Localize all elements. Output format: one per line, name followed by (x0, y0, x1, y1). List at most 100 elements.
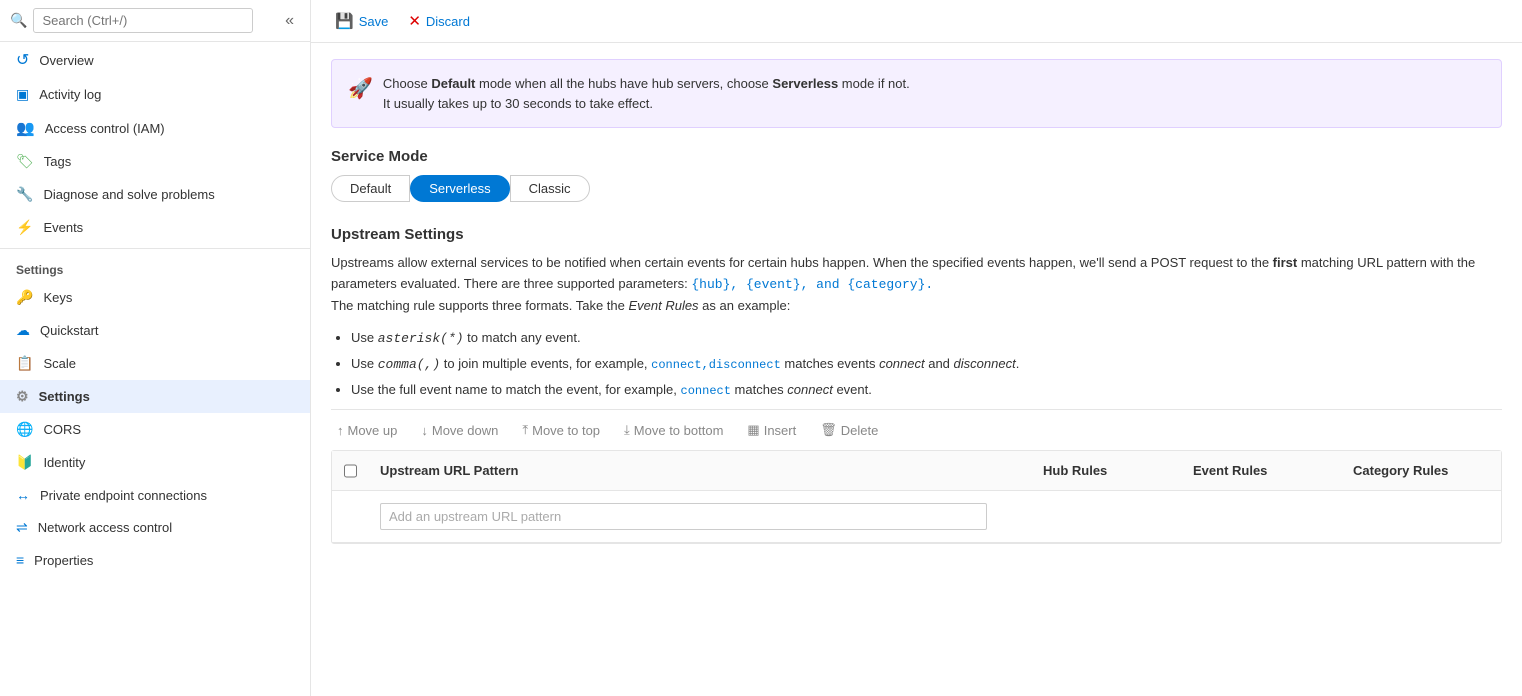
sidebar-item-cors[interactable]: 🌐 CORS (0, 413, 310, 446)
overview-icon: ↺ (16, 50, 29, 70)
cors-icon: 🌐 (16, 421, 33, 438)
sidebar-item-label: Settings (39, 389, 90, 404)
settings-icon: ⚙ (16, 388, 29, 405)
table-header: Upstream URL Pattern Hub Rules Event Rul… (332, 451, 1501, 491)
upstream-bullet-list: Use asterisk(*) to match any event. Use … (351, 328, 1502, 401)
bullet1-code: asterisk(*) (378, 331, 464, 346)
sidebar-item-label: Activity log (39, 87, 101, 102)
upstream-desc-text3: The matching rule supports three formats… (331, 298, 628, 313)
sidebar-item-label: Keys (43, 290, 72, 305)
info-banner-icon: 🚀 (348, 76, 373, 101)
sidebar-item-overview[interactable]: ↺ Overview (0, 42, 310, 78)
move-down-button[interactable]: ↓ Move down (415, 419, 504, 442)
move-down-label: Move down (432, 423, 498, 438)
upstream-params-code: {hub}, {event}, and {category}. (691, 277, 933, 292)
private-endpoints-icon: ↔ (16, 487, 30, 503)
sidebar-item-settings[interactable]: ⚙ Settings (0, 380, 310, 413)
bullet3-em: connect (787, 382, 833, 397)
sidebar-item-tags[interactable]: 🏷 Tags (0, 145, 310, 178)
sidebar-item-network-access[interactable]: ⇌ Network access control (0, 511, 310, 544)
url-pattern-input[interactable] (380, 503, 987, 530)
search-input[interactable] (33, 8, 253, 33)
upstream-table: Upstream URL Pattern Hub Rules Event Rul… (331, 450, 1502, 544)
move-up-button[interactable]: ↑ Move up (331, 419, 403, 442)
move-to-top-button[interactable]: ⤒ Move to top (516, 418, 606, 442)
bullet1-text2: to match any event. (464, 330, 581, 345)
events-icon: ⚡ (16, 219, 33, 236)
sidebar-item-activity-log[interactable]: ▣ Activity log (0, 78, 310, 111)
action-bar: ↑ Move up ↓ Move down ⤒ Move to top ⤓ Mo… (331, 409, 1502, 450)
insert-button[interactable]: ▦ Insert (741, 418, 802, 442)
bullet2-em1: connect (879, 356, 925, 371)
scale-icon: 📋 (16, 355, 33, 372)
hub-rules-cell (1031, 513, 1181, 521)
sidebar-item-events[interactable]: ⚡ Events (0, 211, 310, 244)
bullet2-text3: matches events (781, 356, 879, 371)
delete-button[interactable]: 🗑 Delete (814, 418, 884, 442)
keys-icon: 🔑 (16, 289, 33, 306)
sidebar-item-properties[interactable]: ≡ Properties (0, 544, 310, 576)
quickstart-icon: ☁ (16, 322, 30, 339)
delete-icon: 🗑 (820, 422, 837, 438)
sidebar-item-label: Events (43, 220, 83, 235)
sidebar-item-keys[interactable]: 🔑 Keys (0, 281, 310, 314)
sidebar-item-quickstart[interactable]: ☁ Quickstart (0, 314, 310, 347)
bullet2-em2: disconnect (954, 356, 1016, 371)
upstream-desc-text1: Upstreams allow external services to be … (331, 255, 1273, 270)
info-serverless-bold: Serverless (772, 76, 838, 91)
bullet-item-1: Use asterisk(*) to match any event. (351, 328, 1502, 350)
move-to-bottom-label: Move to bottom (634, 423, 724, 438)
bullet2-link[interactable]: connect,disconnect (651, 358, 781, 372)
event-rules-cell (1181, 513, 1341, 521)
move-to-bottom-icon: ⤓ (624, 422, 630, 438)
upstream-settings-title: Upstream Settings (331, 226, 1502, 243)
move-up-icon: ↑ (337, 423, 344, 438)
sidebar-search-bar: 🔍 « (0, 0, 310, 42)
main-content: 💾 Save ✕ Discard 🚀 Choose Default mode w… (311, 0, 1522, 696)
sidebar-navigation: ↺ Overview ▣ Activity log 👥 Access contr… (0, 42, 310, 696)
mode-default-button[interactable]: Default (331, 175, 410, 202)
access-control-icon: 👥 (16, 119, 35, 137)
save-button[interactable]: 💾 Save (327, 8, 396, 34)
sidebar-item-label: Access control (IAM) (45, 121, 165, 136)
sidebar-item-private-endpoints[interactable]: ↔ Private endpoint connections (0, 479, 310, 511)
bullet2-text2: to join multiple events, for example, (440, 356, 651, 371)
bullet-item-3: Use the full event name to match the eve… (351, 380, 1502, 401)
sidebar-item-label: Properties (34, 553, 93, 568)
bullet2-code: comma(,) (378, 357, 440, 372)
move-to-top-label: Move to top (532, 423, 600, 438)
move-to-bottom-button[interactable]: ⤓ Move to bottom (618, 418, 729, 442)
sidebar-item-label: Private endpoint connections (40, 488, 207, 503)
table-header-category-rules: Category Rules (1341, 459, 1501, 482)
bullet3-text2: matches (731, 382, 787, 397)
mode-classic-button[interactable]: Classic (510, 175, 590, 202)
save-label: Save (359, 14, 389, 29)
sidebar-item-identity[interactable]: 🔰 Identity (0, 446, 310, 479)
sidebar-item-diagnose[interactable]: 🔧 Diagnose and solve problems (0, 178, 310, 211)
network-access-icon: ⇌ (16, 519, 28, 536)
sidebar-item-label: Network access control (38, 520, 172, 535)
sidebar-item-label: Identity (43, 455, 85, 470)
category-rules-cell (1341, 513, 1501, 521)
bullet3-link[interactable]: connect (681, 384, 731, 398)
discard-button[interactable]: ✕ Discard (400, 8, 478, 34)
sidebar-item-label: CORS (43, 422, 81, 437)
activity-log-icon: ▣ (16, 86, 29, 103)
collapse-sidebar-button[interactable]: « (279, 10, 300, 32)
sidebar-item-label: Quickstart (40, 323, 99, 338)
info-default-bold: Default (431, 76, 475, 91)
bullet3-text1: Use the full event name to match the eve… (351, 382, 681, 397)
service-mode-group: Default Serverless Classic (331, 175, 1502, 202)
select-all-checkbox[interactable] (344, 464, 357, 478)
info-text-suffix: mode if not. (838, 76, 910, 91)
move-up-label: Move up (348, 423, 398, 438)
mode-serverless-button[interactable]: Serverless (410, 175, 509, 202)
delete-label: Delete (841, 423, 879, 438)
bullet-item-2: Use comma(,) to join multiple events, fo… (351, 354, 1502, 376)
tags-icon: 🏷 (16, 153, 34, 170)
event-rules-italic: Event Rules (628, 298, 698, 313)
sidebar-item-scale[interactable]: 📋 Scale (0, 347, 310, 380)
table-header-checkbox (332, 460, 368, 482)
search-icon: 🔍 (10, 12, 27, 29)
sidebar-item-access-control[interactable]: 👥 Access control (IAM) (0, 111, 310, 145)
